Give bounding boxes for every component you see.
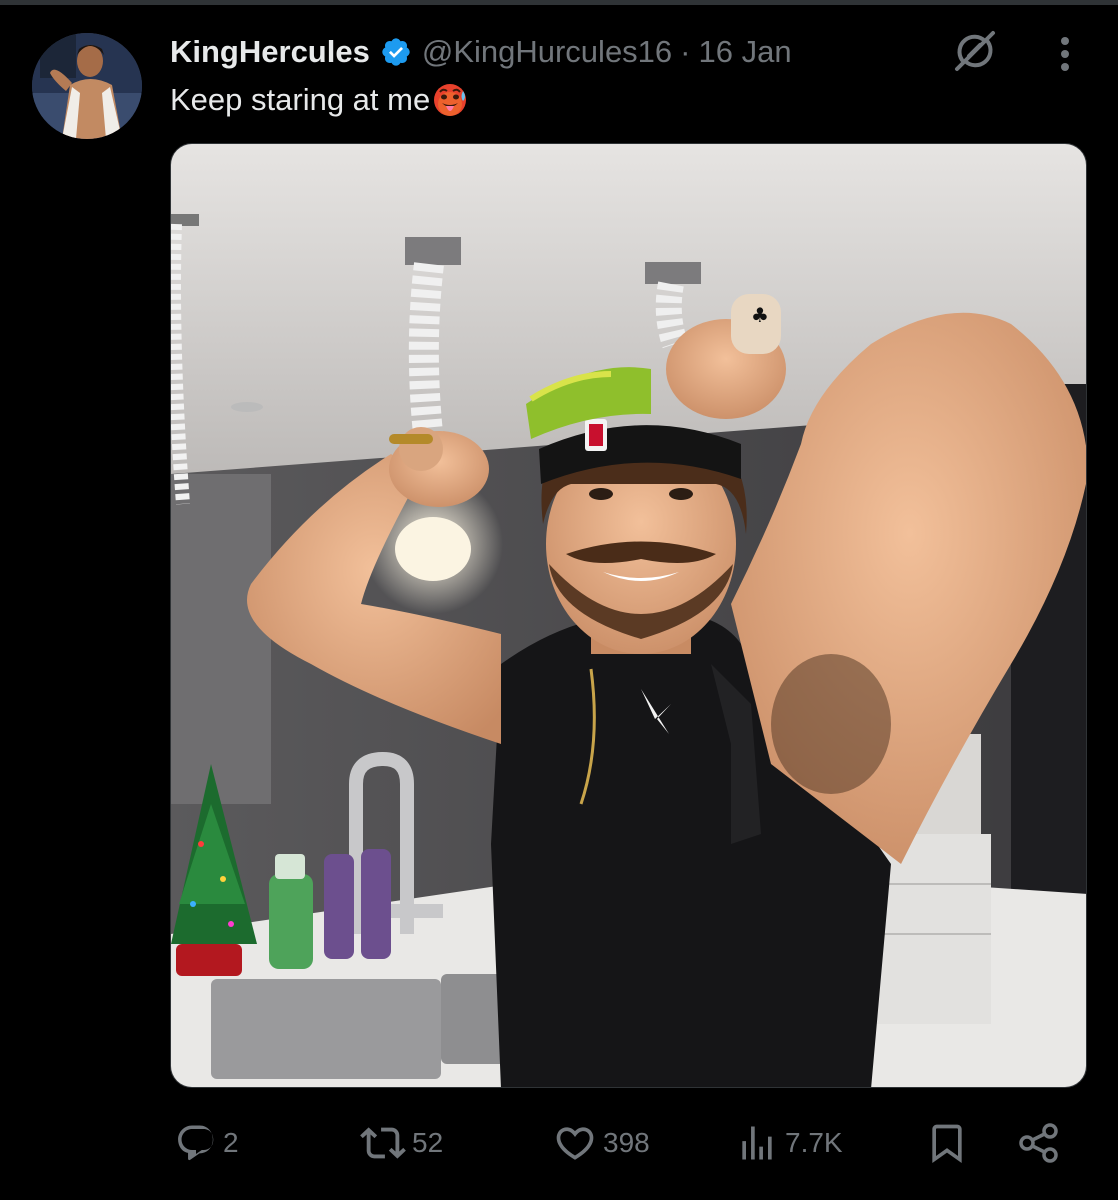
tweet-date[interactable]: 16 Jan [699, 34, 792, 70]
like-count: 398 [603, 1127, 650, 1158]
share-button[interactable] [1016, 1118, 1062, 1168]
svg-text:♣: ♣ [751, 303, 769, 327]
grok-icon[interactable] [952, 28, 998, 74]
tweet-photo[interactable]: ♣ [170, 143, 1087, 1088]
view-count: 7.7K [785, 1127, 843, 1158]
views-button[interactable]: 7.7K [735, 1118, 843, 1168]
bookmark-button[interactable] [925, 1118, 969, 1168]
display-name[interactable]: KingHercules [170, 34, 370, 70]
bookmark-icon [932, 1124, 962, 1164]
reply-icon [178, 1125, 214, 1161]
share-icon [1019, 1123, 1058, 1163]
tweet-text-body: Keep staring at me [170, 82, 431, 117]
avatar[interactable] [32, 33, 142, 139]
repost-button[interactable]: 52 [360, 1118, 443, 1168]
reply-count: 2 [223, 1127, 239, 1158]
separator-dot: · [680, 34, 691, 69]
user-handle[interactable]: @KingHurcules16 [422, 34, 672, 70]
verified-badge-icon[interactable] [380, 36, 412, 68]
reply-button[interactable]: 2 [175, 1118, 239, 1168]
tweet-text: Keep staring at me [170, 82, 468, 118]
like-button[interactable]: 398 [553, 1118, 650, 1168]
more-icon[interactable] [1052, 34, 1078, 74]
top-divider [0, 0, 1118, 5]
action-bar: 2 52 398 7.7K [0, 1118, 1118, 1168]
views-icon [742, 1126, 772, 1160]
hot-face-emoji [432, 82, 468, 118]
repost-icon [360, 1127, 406, 1159]
like-icon [556, 1127, 594, 1160]
repost-count: 52 [412, 1127, 444, 1158]
tweet-header: KingHercules @KingHurcules16 · 16 Jan [170, 30, 792, 74]
